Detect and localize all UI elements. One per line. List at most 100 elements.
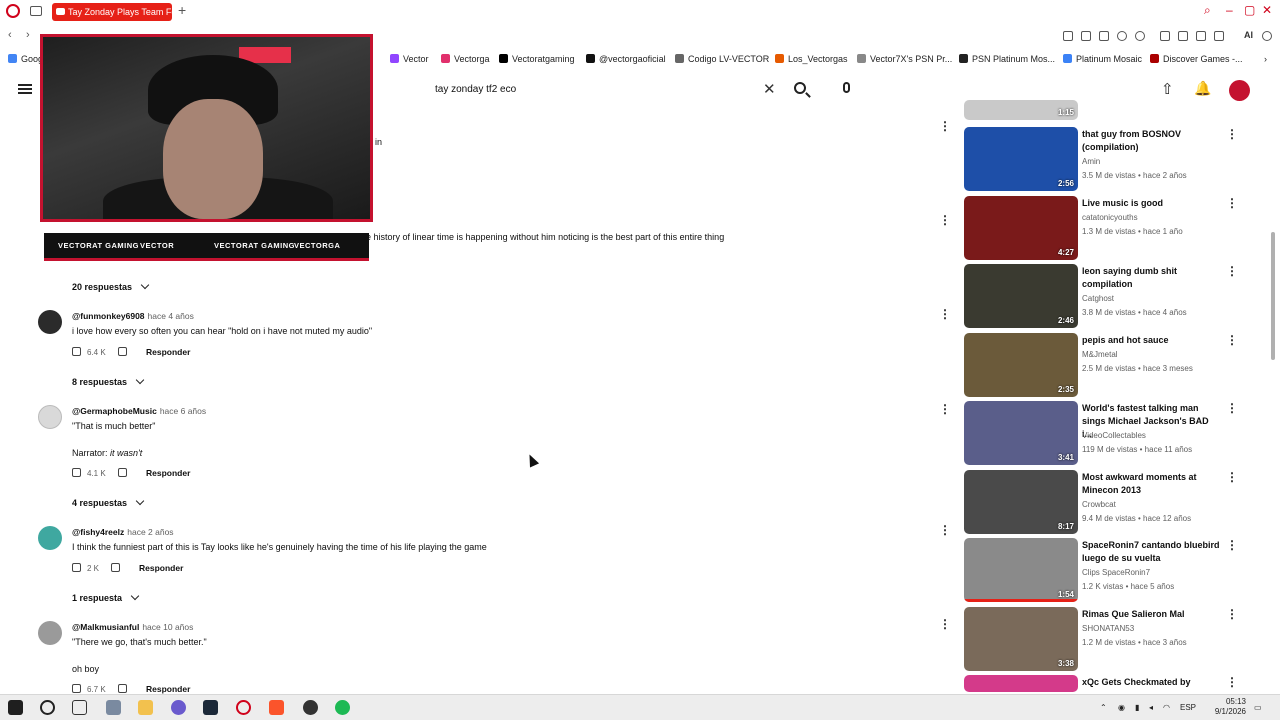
bookmark-item[interactable]: Vector7X's PSN Pr... [857, 54, 952, 64]
sidebar-video-title[interactable]: Live music is good [1082, 197, 1220, 210]
comment-menu-icon[interactable]: ⋮ [939, 308, 951, 320]
sidebar-video-thumbnail[interactable] [964, 675, 1078, 692]
video-menu-icon[interactable]: ⋮ [1226, 128, 1238, 140]
hamburger-menu-icon[interactable] [18, 84, 32, 94]
search-input[interactable]: tay zonday tf2 eco [424, 77, 786, 103]
sidebar-video-channel[interactable]: Catghost [1082, 294, 1114, 303]
replies-toggle[interactable]: 4 respuestas [72, 496, 145, 508]
heart-icon[interactable] [1135, 31, 1145, 41]
speaker-icon[interactable]: ◂ [1149, 703, 1153, 712]
comment-menu-icon[interactable]: ⋮ [939, 524, 951, 536]
sidebar-video-thumbnail[interactable]: 3:41 [964, 401, 1078, 465]
sidebar-video-thumbnail[interactable]: 2:35 [964, 333, 1078, 397]
reply-button[interactable]: Responder [146, 684, 190, 694]
sidebar-video-thumbnail[interactable]: 1:54 [964, 538, 1078, 602]
sidebar-video-title[interactable]: Most awkward moments at Minecon 2013 [1082, 471, 1220, 497]
bookmark-item[interactable]: PSN Platinum Mos... [959, 54, 1055, 64]
commenter-avatar[interactable] [38, 526, 62, 550]
dislike-button[interactable] [118, 468, 136, 478]
sidebar-video-title[interactable]: SpaceRonin7 cantando bluebird luego de s… [1082, 539, 1220, 565]
video-menu-icon[interactable]: ⋮ [1226, 539, 1238, 551]
sidebar-video-channel[interactable]: SHONATAN53 [1082, 624, 1134, 633]
maximize-button[interactable]: ▢ [1244, 3, 1255, 17]
task-view-icon[interactable] [72, 700, 87, 715]
clear-search-icon[interactable]: ✕ [763, 80, 776, 98]
replies-toggle[interactable]: 8 respuestas [72, 375, 145, 387]
search-tabs-icon[interactable]: ⌕ [1204, 3, 1211, 18]
scrollbar[interactable] [1271, 232, 1275, 360]
bookmark-item[interactable]: @vectorgaoficial [586, 54, 666, 64]
comment-author[interactable]: @fishy4reelz hace 2 años [72, 527, 174, 537]
bookmark-item[interactable]: Platinum Mosaic [1063, 54, 1142, 64]
minimize-button[interactable]: – [1226, 3, 1233, 17]
sidebar-video-title[interactable]: leon saying dumb shit compilation [1082, 265, 1220, 291]
search-taskbar-icon[interactable] [40, 700, 55, 715]
extension-icon[interactable] [1160, 31, 1170, 41]
sidebar-video-thumbnail[interactable]: 1:15 [964, 100, 1078, 120]
replies-toggle[interactable]: 20 respuestas [72, 280, 150, 292]
ai-button[interactable]: AI [1244, 30, 1253, 40]
video-menu-icon[interactable]: ⋮ [1226, 334, 1238, 346]
sidebar-video-channel[interactable]: Crowbcat [1082, 500, 1116, 509]
language-indicator[interactable]: ESP [1180, 703, 1196, 712]
sidebar-video-thumbnail[interactable]: 4:27 [964, 196, 1078, 260]
sidebar-video-thumbnail[interactable]: 8:17 [964, 470, 1078, 534]
notifications-bell-icon[interactable]: 🔔 [1194, 80, 1211, 97]
network-icon[interactable]: ◉ [1118, 703, 1125, 712]
brave-icon[interactable] [269, 700, 284, 715]
like-button[interactable]: 6.7 K [72, 684, 106, 694]
video-menu-icon[interactable]: ⋮ [1226, 608, 1238, 620]
system-clock[interactable]: 05:13 9/1/2026 [1206, 697, 1246, 717]
sidebar-video-channel[interactable]: VideoCollectables [1082, 431, 1146, 440]
windows-start-icon[interactable] [8, 700, 23, 715]
pin-icon[interactable] [1063, 31, 1073, 41]
menu-dots-icon[interactable] [1262, 31, 1272, 41]
comment-menu-icon[interactable]: ⋮ [939, 120, 951, 132]
search-icon[interactable] [794, 82, 806, 94]
sidebar-video-thumbnail[interactable]: 3:38 [964, 607, 1078, 671]
video-menu-icon[interactable]: ⋮ [1226, 265, 1238, 277]
spotify-icon[interactable] [335, 700, 350, 715]
discord-icon[interactable] [171, 700, 186, 715]
sidebar-video-channel[interactable]: M&Jmetal [1082, 350, 1118, 359]
app-icon[interactable] [106, 700, 121, 715]
video-menu-icon[interactable]: ⋮ [1226, 402, 1238, 414]
forward-arrow-icon[interactable]: › [26, 29, 30, 41]
wifi-icon[interactable]: ◠ [1163, 703, 1170, 712]
bookmark-item[interactable]: Vectoratgaming [499, 54, 575, 64]
bookmark-item[interactable]: Vector [390, 54, 429, 64]
replies-toggle[interactable]: 1 respuesta [72, 591, 140, 603]
shield-icon[interactable] [1099, 31, 1109, 41]
dislike-button[interactable] [118, 347, 136, 357]
dislike-button[interactable] [118, 684, 136, 694]
opera-logo-icon[interactable] [6, 4, 20, 18]
video-menu-icon[interactable]: ⋮ [1226, 197, 1238, 209]
sidebar-video-thumbnail[interactable]: 2:56 [964, 127, 1078, 191]
snapshot-icon[interactable] [1081, 31, 1091, 41]
bookmark-item[interactable]: Vectorga [441, 54, 490, 64]
bookmark-item[interactable]: Los_Vectorgas [775, 54, 848, 64]
reply-button[interactable]: Responder [146, 468, 190, 478]
bookmark-item[interactable]: Codigo LV-VECTOR [675, 54, 769, 64]
sidebar-video-title[interactable]: Rimas Que Salieron Mal [1082, 608, 1220, 621]
sidebar-video-title[interactable]: that guy from BOSNOV (compilation) [1082, 128, 1220, 154]
video-menu-icon[interactable]: ⋮ [1226, 471, 1238, 483]
battery-icon[interactable]: ▮ [1135, 703, 1139, 712]
comment-author[interactable]: @Malkmusianful hace 10 años [72, 622, 193, 632]
like-button[interactable]: 2 K [72, 563, 99, 573]
comment-author[interactable]: @funmonkey6908 hace 4 años [72, 311, 194, 321]
commenter-avatar[interactable] [38, 621, 62, 645]
play-icon[interactable] [1117, 31, 1127, 41]
commenter-avatar[interactable] [38, 310, 62, 334]
sidebar-video-channel[interactable]: Amin [1082, 157, 1100, 166]
comment-menu-icon[interactable]: ⋮ [939, 214, 951, 226]
tab-overview-icon[interactable] [30, 6, 42, 16]
comment-menu-icon[interactable]: ⋮ [939, 403, 951, 415]
sidebar-video-title[interactable]: xQc Gets Checkmated by [1082, 676, 1220, 689]
back-arrow-icon[interactable]: ‹ [8, 29, 12, 41]
reply-button[interactable]: Responder [146, 347, 190, 357]
opera-taskbar-icon[interactable] [236, 700, 251, 715]
sidebar-video-thumbnail[interactable]: 2:46 [964, 264, 1078, 328]
download-icon[interactable] [1214, 31, 1224, 41]
notifications-icon[interactable]: ▭ [1254, 703, 1262, 712]
